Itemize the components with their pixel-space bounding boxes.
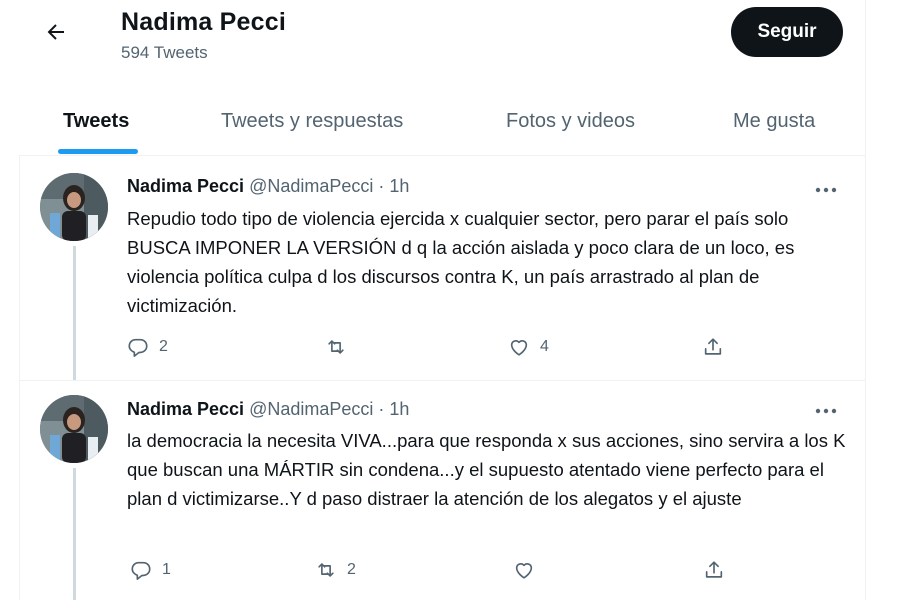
tweet-text: la democracia la necesita VIVA...para qu… (127, 430, 846, 509)
active-tab-indicator (58, 149, 138, 154)
retweet-button[interactable] (325, 336, 357, 358)
share-icon (704, 338, 722, 355)
tweet-header: Nadima Pecci @NadimaPecci · 1h (127, 399, 409, 420)
tab-likes[interactable]: Me gusta (733, 88, 815, 155)
thread-line (73, 468, 76, 600)
avatar[interactable] (40, 173, 108, 241)
retweet-button[interactable]: 2 (315, 559, 356, 581)
author-name[interactable]: Nadima Pecci (127, 176, 244, 196)
profile-name: Nadima Pecci (121, 8, 286, 36)
retweet-icon (328, 340, 344, 354)
reply-count: 1 (162, 561, 171, 578)
reply-button[interactable]: 2 (127, 336, 168, 358)
more-horizontal-icon (815, 408, 837, 414)
separator-dot: · (378, 399, 385, 419)
profile-tabs: Tweets Tweets y respuestas Fotos y video… (20, 88, 865, 156)
arrow-left-icon (47, 24, 64, 40)
more-button[interactable] (811, 180, 841, 200)
tweet[interactable]: Nadima Pecci @NadimaPecci · 1h Repudio t… (20, 156, 865, 381)
share-button[interactable] (703, 559, 725, 581)
heart-icon (510, 340, 528, 356)
heart-icon (515, 563, 533, 579)
more-horizontal-icon (815, 187, 837, 193)
like-count: 4 (540, 338, 549, 355)
back-button[interactable] (38, 14, 74, 50)
tweet-time[interactable]: 1h (389, 176, 409, 196)
tab-photos-and-videos[interactable]: Fotos y videos (506, 88, 635, 155)
tweet-count: 594 Tweets (121, 43, 208, 62)
share-icon (705, 561, 723, 578)
avatar-image (40, 395, 108, 463)
reply-button[interactable]: 1 (130, 559, 171, 581)
tweet[interactable]: Nadima Pecci @NadimaPecci · 1h la democr… (20, 381, 865, 600)
like-button[interactable]: 4 (508, 336, 549, 358)
profile-header: Nadima Pecci 594 Tweets Seguir (0, 0, 900, 88)
reply-count: 2 (159, 338, 168, 355)
retweet-icon (318, 563, 334, 577)
thread-line (73, 246, 76, 380)
tweet-header: Nadima Pecci @NadimaPecci · 1h (127, 176, 409, 197)
share-button[interactable] (702, 336, 724, 358)
tab-tweets-and-replies[interactable]: Tweets y respuestas (221, 88, 403, 155)
author-handle[interactable]: @NadimaPecci (249, 399, 373, 419)
author-name[interactable]: Nadima Pecci (127, 399, 244, 419)
author-handle[interactable]: @NadimaPecci (249, 176, 373, 196)
column-divider-right (865, 0, 866, 600)
avatar-image (40, 173, 108, 241)
like-button[interactable] (513, 559, 545, 581)
follow-button[interactable]: Seguir (731, 7, 843, 57)
retweet-count: 2 (347, 561, 356, 578)
reply-icon (131, 561, 151, 580)
tab-tweets[interactable]: Tweets (63, 88, 129, 155)
separator-dot: · (378, 176, 385, 196)
more-button[interactable] (811, 401, 841, 421)
tweet-text: Repudio todo tipo de violencia ejercida … (127, 208, 795, 316)
tweet-time[interactable]: 1h (389, 399, 409, 419)
avatar[interactable] (40, 395, 108, 463)
reply-icon (128, 338, 148, 357)
